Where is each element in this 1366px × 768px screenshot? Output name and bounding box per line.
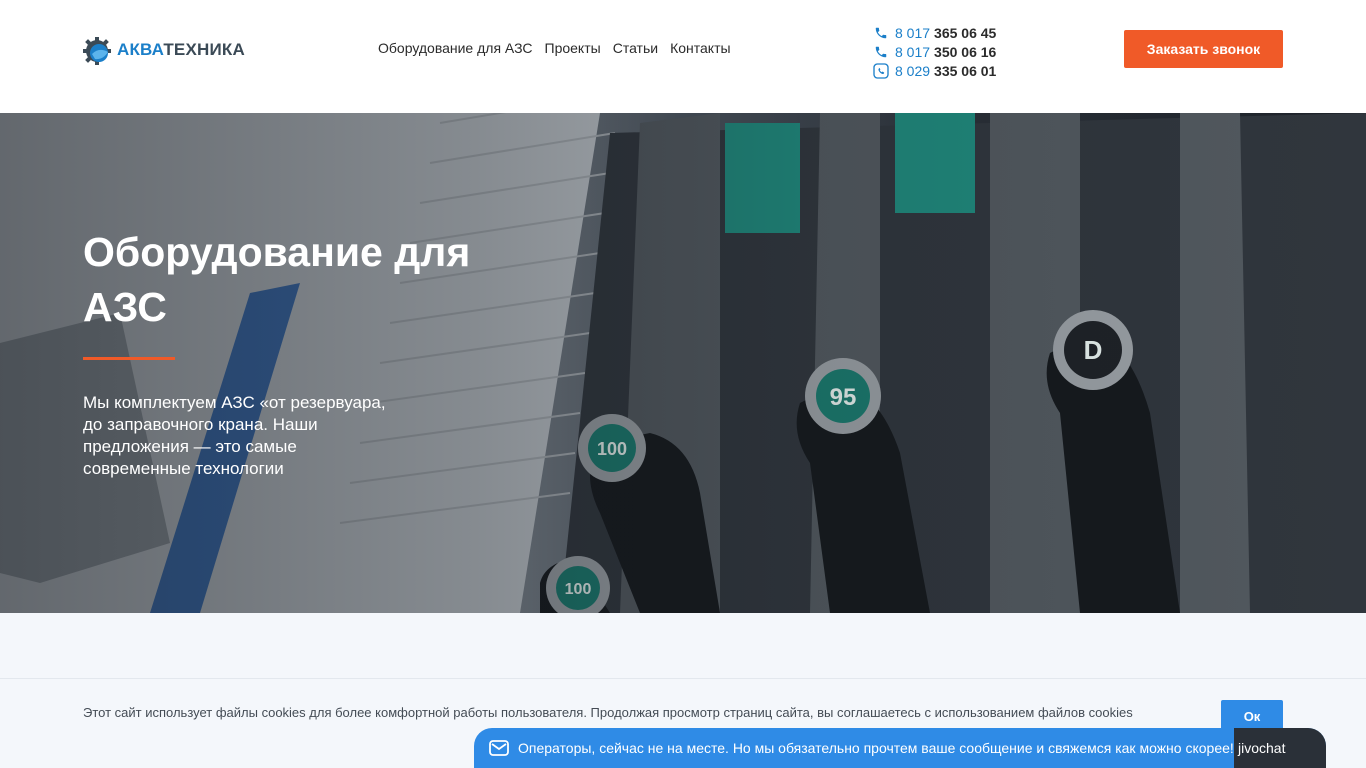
main-nav: Оборудование для АЗС Проекты Статьи Конт… xyxy=(378,40,731,56)
chat-widget[interactable]: Операторы, сейчас не на месте. Но мы обя… xyxy=(474,728,1326,768)
phone-link-1[interactable]: 8 017 365 06 45 xyxy=(873,23,1013,42)
nav-item-equipment[interactable]: Оборудование для АЗС xyxy=(378,40,533,56)
site-header: АКВАТЕХНИКА Оборудование для АЗС Проекты… xyxy=(0,0,1366,113)
hero-section: 100 95 D 100 Оборудование для АЗС Мы ком… xyxy=(0,113,1366,613)
hero-description: Мы комплектуем АЗС «от резервуара, до за… xyxy=(83,393,386,478)
phone-icon xyxy=(873,25,889,41)
phone-icon xyxy=(873,44,889,60)
chat-message: Операторы, сейчас не на месте. Но мы обя… xyxy=(518,740,1234,756)
chat-brand-label: jivochat xyxy=(1234,728,1326,768)
viber-icon xyxy=(873,62,889,79)
order-call-button[interactable]: Заказать звонок xyxy=(1124,30,1283,68)
phone-link-2[interactable]: 8 017 350 06 16 xyxy=(873,42,1013,61)
phone-link-3[interactable]: 8 029 335 06 01 xyxy=(873,61,1013,80)
envelope-icon xyxy=(489,740,509,756)
cookie-text: Этот сайт использует файлы cookies для б… xyxy=(83,705,1133,720)
phone-list: 8 017 365 06 45 8 017 350 06 16 8 029 33… xyxy=(873,23,1013,80)
nav-item-articles[interactable]: Статьи xyxy=(613,40,658,56)
hero-divider xyxy=(83,357,175,360)
nav-item-contacts[interactable]: Контакты xyxy=(670,40,730,56)
nav-item-projects[interactable]: Проекты xyxy=(545,40,601,56)
logo-text: АКВАТЕХНИКА xyxy=(117,40,245,59)
hero-overlay xyxy=(0,113,1366,613)
hero-title: Оборудование для АЗС xyxy=(83,229,471,330)
logo-gear-icon xyxy=(83,37,111,65)
logo[interactable]: АКВАТЕХНИКА xyxy=(83,34,245,66)
